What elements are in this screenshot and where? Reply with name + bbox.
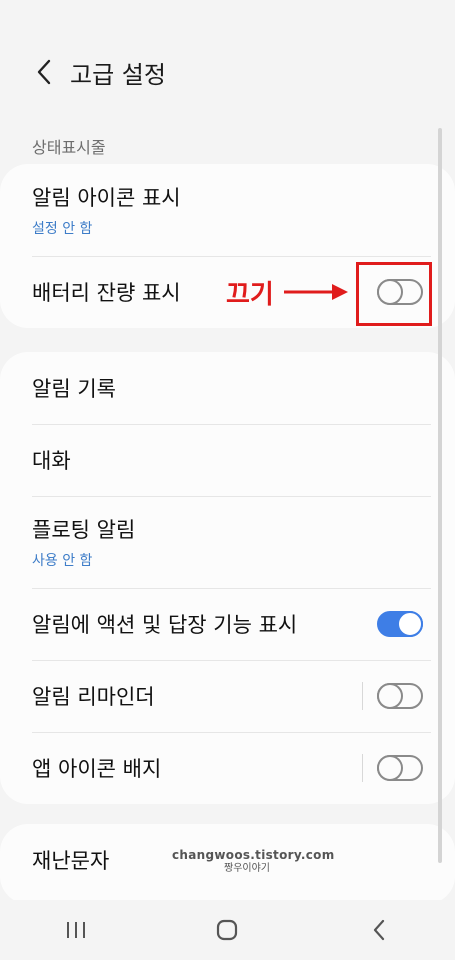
toggle-knob bbox=[397, 611, 423, 637]
row-subtitle: 설정 안 함 bbox=[32, 221, 93, 237]
row-title: 알림 리마인더 bbox=[32, 685, 155, 709]
app-icon-badges-toggle[interactable] bbox=[377, 755, 423, 781]
home-icon bbox=[217, 919, 238, 941]
row-title: 알림 아이콘 표시 bbox=[32, 186, 181, 210]
scrollbar[interactable] bbox=[438, 128, 442, 863]
row-title: 알림에 액션 및 답장 기능 표시 bbox=[32, 613, 298, 637]
section-label-status-bar: 상태표시줄 bbox=[32, 138, 106, 157]
annotation-label: 끄기 bbox=[226, 280, 274, 310]
row-notification-history[interactable]: 알림 기록 bbox=[0, 352, 455, 424]
back-icon bbox=[374, 919, 385, 941]
suggest-actions-toggle[interactable] bbox=[377, 611, 423, 637]
toggle-knob bbox=[377, 755, 403, 781]
row-conversations[interactable]: 대화 bbox=[0, 424, 455, 496]
row-title: 앱 아이콘 배지 bbox=[32, 757, 162, 781]
system-navigation-bar bbox=[0, 900, 455, 960]
watermark-name: 짱우이야기 bbox=[224, 863, 270, 874]
row-title: 플로팅 알림 bbox=[32, 518, 136, 542]
back-button[interactable] bbox=[24, 50, 64, 94]
watermark-url: changwoos.tistory.com bbox=[172, 848, 335, 862]
row-app-icon-badges[interactable]: 앱 아이콘 배지 bbox=[0, 732, 455, 804]
annotation-highlight-box bbox=[356, 262, 432, 326]
recent-apps-button[interactable] bbox=[46, 910, 106, 950]
chevron-left-icon bbox=[37, 59, 51, 85]
page-title: 고급 설정 bbox=[70, 60, 166, 89]
home-button[interactable] bbox=[197, 910, 257, 950]
notification-reminders-toggle[interactable] bbox=[377, 683, 423, 709]
row-title: 알림 기록 bbox=[32, 377, 116, 401]
notification-settings-card: 알림 기록 대화 플로팅 알림 사용 안 함 알림에 액션 및 답장 기능 표시… bbox=[0, 352, 455, 804]
row-subtitle: 사용 안 함 bbox=[32, 553, 93, 569]
app-header: 고급 설정 bbox=[0, 40, 455, 104]
row-title: 대화 bbox=[32, 449, 71, 473]
watermark: changwoos.tistory.com 짱우이야기 bbox=[172, 848, 335, 876]
toggle-knob bbox=[377, 683, 403, 709]
recent-apps-icon bbox=[66, 922, 85, 938]
row-divider bbox=[362, 682, 363, 710]
arrow-right-icon bbox=[284, 284, 348, 300]
row-notification-icons[interactable]: 알림 아이콘 표시 설정 안 함 bbox=[0, 164, 455, 256]
row-suggest-actions-replies[interactable]: 알림에 액션 및 답장 기능 표시 bbox=[0, 588, 455, 660]
row-divider bbox=[362, 754, 363, 782]
row-floating-notifications[interactable]: 플로팅 알림 사용 안 함 bbox=[0, 496, 455, 588]
back-nav-button[interactable] bbox=[349, 910, 409, 950]
row-notification-reminders[interactable]: 알림 리마인더 bbox=[0, 660, 455, 732]
